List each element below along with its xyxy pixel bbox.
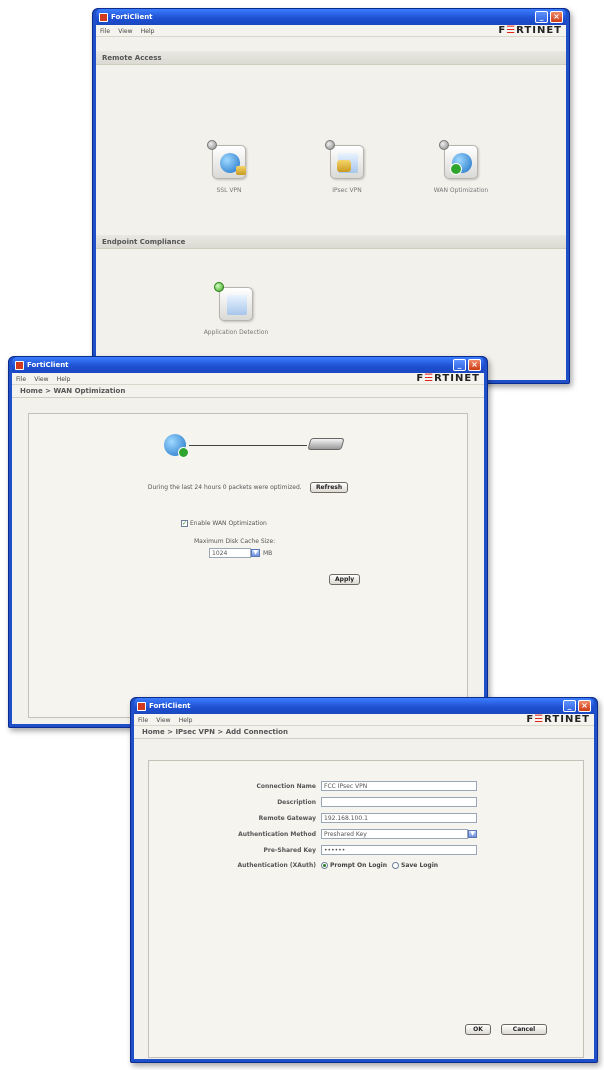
menu-help[interactable]: Help [179,717,193,724]
magnifier-icon [227,295,247,315]
application-detection-tile[interactable]: Application Detection [191,282,281,336]
cancel-button[interactable]: Cancel [501,1024,547,1035]
minimize-button[interactable]: _ [563,700,576,712]
fortinet-logo: F☰RTINET [498,25,562,36]
menu-bar: File View Help F☰RTINET [134,714,594,726]
save-login-label: Save Login [401,862,439,869]
app-icon [137,701,146,711]
description-input[interactable] [321,797,477,807]
menu-view[interactable]: View [34,376,48,383]
wan-optimization-tile[interactable]: WAN Optimization [416,140,506,194]
connection-name-input[interactable]: FCC IPsec VPN [321,781,477,791]
status-dot-icon [214,282,224,292]
fortinet-logo: F☰RTINET [526,714,590,725]
client-area: File View Help F☰RTINET Remote Access SS… [96,25,566,380]
ipsec-add-connection-window: FortiClient _ × File View Help F☰RTINET … [130,697,598,1063]
menu-help[interactable]: Help [141,28,155,35]
window-title: FortiClient [149,702,191,710]
remote-gateway-input[interactable]: 192.168.100.1 [321,813,477,823]
menu-bar: File View Help F☰RTINET [96,25,566,37]
client-area: File View Help F☰RTINET Home > WAN Optim… [12,373,484,724]
wan-optimization-icon [439,140,478,179]
ipsec-vpn-label: IPsec VPN [332,187,362,194]
status-dot-icon [439,140,449,150]
wan-optimization-label: WAN Optimization [433,187,489,194]
optimization-status-text: During the last 24 hours 0 packets were … [147,484,302,491]
close-button[interactable]: × [468,359,481,371]
wan-optimization-window: FortiClient _ × File View Help F☰RTINET … [8,356,488,728]
refresh-button[interactable]: Refresh [309,482,349,493]
enable-wan-optimization-checkbox[interactable]: ✓ [181,520,188,527]
enable-wan-optimization-label: Enable WAN Optimization [190,520,267,527]
cache-size-select[interactable]: 1024 [209,548,251,558]
application-detection-label: Application Detection [203,329,269,336]
window-title: FortiClient [27,361,69,369]
add-connection-panel: Connection Name FCC IPsec VPN Descriptio… [148,760,584,1058]
prompt-on-login-label: Prompt On Login [330,862,388,869]
globe-icon [450,153,472,175]
menu-help[interactable]: Help [57,376,71,383]
remote-access-header: Remote Access [96,51,566,65]
application-detection-icon [214,282,253,321]
ssl-vpn-icon [207,140,246,179]
chevron-down-icon[interactable]: ▼ [251,549,260,557]
status-dot-icon [325,140,335,150]
cache-size-label: Maximum Disk Cache Size: [194,538,276,545]
endpoint-compliance-header: Endpoint Compliance [96,235,566,249]
description-label: Description [277,798,316,806]
app-icon [99,12,108,22]
xauth-label: Authentication (XAuth) [237,862,317,869]
breadcrumb: Home > IPsec VPN > Add Connection [134,726,594,739]
green-arrow-icon [178,447,189,458]
window-title: FortiClient [111,13,153,21]
lock-icon [337,160,351,172]
close-button[interactable]: × [578,700,591,712]
ssl-vpn-label: SSL VPN [216,187,242,194]
forticlient-main-window: FortiClient _ × File View Help F☰RTINET … [92,8,570,384]
cache-unit-label: MB [263,549,273,557]
menu-view[interactable]: View [118,28,132,35]
ipsec-vpn-tile[interactable]: IPsec VPN [302,140,392,194]
apply-button[interactable]: Apply [329,574,361,585]
title-bar: FortiClient _ × [134,698,594,714]
minimize-button[interactable]: _ [535,11,548,23]
ssl-vpn-tile[interactable]: SSL VPN [184,140,274,194]
prompt-on-login-radio[interactable] [321,862,328,869]
connection-name-label: Connection Name [256,782,317,790]
ok-button[interactable]: OK [465,1024,491,1035]
app-icon [15,360,24,370]
minimize-button[interactable]: _ [453,359,466,371]
menu-file[interactable]: File [138,717,148,724]
auth-method-select[interactable]: Preshared Key [321,829,468,839]
connection-line [189,445,307,446]
globe-icon [220,153,246,175]
breadcrumb: Home > WAN Optimization [12,385,484,398]
title-bar: FortiClient _ × [96,9,566,25]
pre-shared-key-input[interactable]: •••••• [321,845,477,855]
save-login-radio[interactable] [392,862,400,869]
globe-icon [164,434,189,458]
ipsec-vpn-icon [325,140,364,179]
wan-optimization-panel: During the last 24 hours 0 packets were … [28,413,468,718]
menu-view[interactable]: View [156,717,170,724]
chevron-down-icon[interactable]: ▼ [468,830,477,838]
close-button[interactable]: × [550,11,563,23]
client-area: File View Help F☰RTINET Home > IPsec VPN… [134,714,594,1059]
auth-method-label: Authentication Method [238,830,316,838]
menu-bar: File View Help F☰RTINET [12,373,484,385]
status-dot-icon [207,140,217,150]
menu-file[interactable]: File [16,376,26,383]
fortinet-logo: F☰RTINET [416,373,480,384]
pre-shared-key-label: Pre-Shared Key [263,846,317,854]
title-bar: FortiClient _ × [12,357,484,373]
wan-device-icon [307,438,345,450]
menu-file[interactable]: File [100,28,110,35]
remote-gateway-label: Remote Gateway [258,814,316,822]
